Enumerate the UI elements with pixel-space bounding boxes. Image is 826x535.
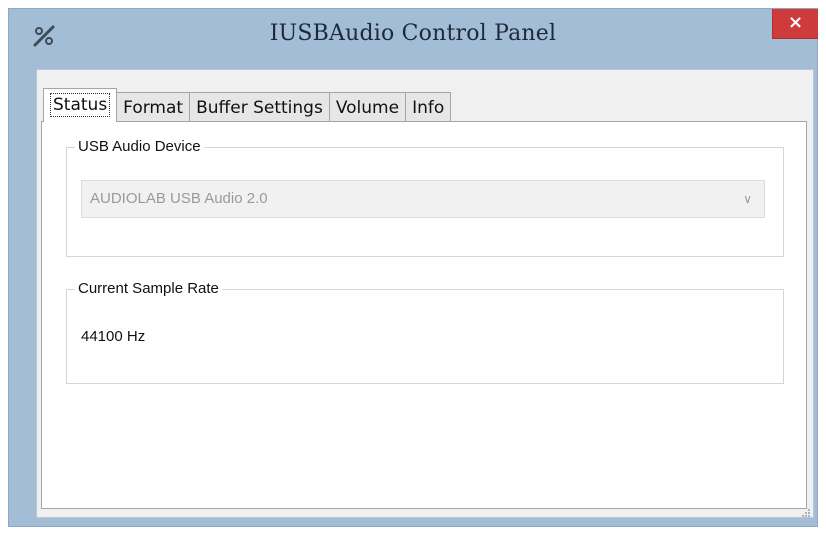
tab-volume[interactable]: Volume (328, 92, 407, 122)
tab-info[interactable]: Info (405, 92, 452, 122)
status-tab-panel: USB Audio Device AUDIOLAB USB Audio 2.0 … (41, 121, 807, 509)
sample-rate-value: 44100 Hz (81, 328, 146, 345)
client-area: Status Format Buffer Settings Volume Inf… (36, 69, 814, 518)
tab-buffer-settings[interactable]: Buffer Settings (189, 92, 330, 122)
tab-strip: Status Format Buffer Settings Volume Inf… (43, 88, 452, 122)
selected-device: AUDIOLAB USB Audio 2.0 (90, 190, 268, 207)
chevron-down-icon: ∨ (743, 192, 752, 206)
usb-audio-device-group: USB Audio Device AUDIOLAB USB Audio 2.0 … (66, 137, 784, 257)
tab-format[interactable]: Format (116, 92, 191, 122)
window-title: IUSBAudio Control Panel (269, 21, 557, 46)
group-legend: Current Sample Rate (75, 279, 222, 299)
close-icon: × (787, 12, 804, 33)
title-bar[interactable]: IUSBAudio Control Panel × (9, 9, 818, 65)
control-panel-window: IUSBAudio Control Panel × Status Format … (8, 8, 818, 527)
group-legend: USB Audio Device (75, 137, 204, 157)
close-button[interactable]: × (772, 9, 818, 39)
tab-status[interactable]: Status (43, 88, 118, 122)
sample-rate-group: Current Sample Rate 44100 Hz (66, 279, 784, 384)
resize-grip-icon[interactable] (801, 505, 811, 517)
usb-device-select[interactable]: AUDIOLAB USB Audio 2.0 ∨ (81, 180, 765, 218)
tab-label: Status (50, 93, 111, 117)
